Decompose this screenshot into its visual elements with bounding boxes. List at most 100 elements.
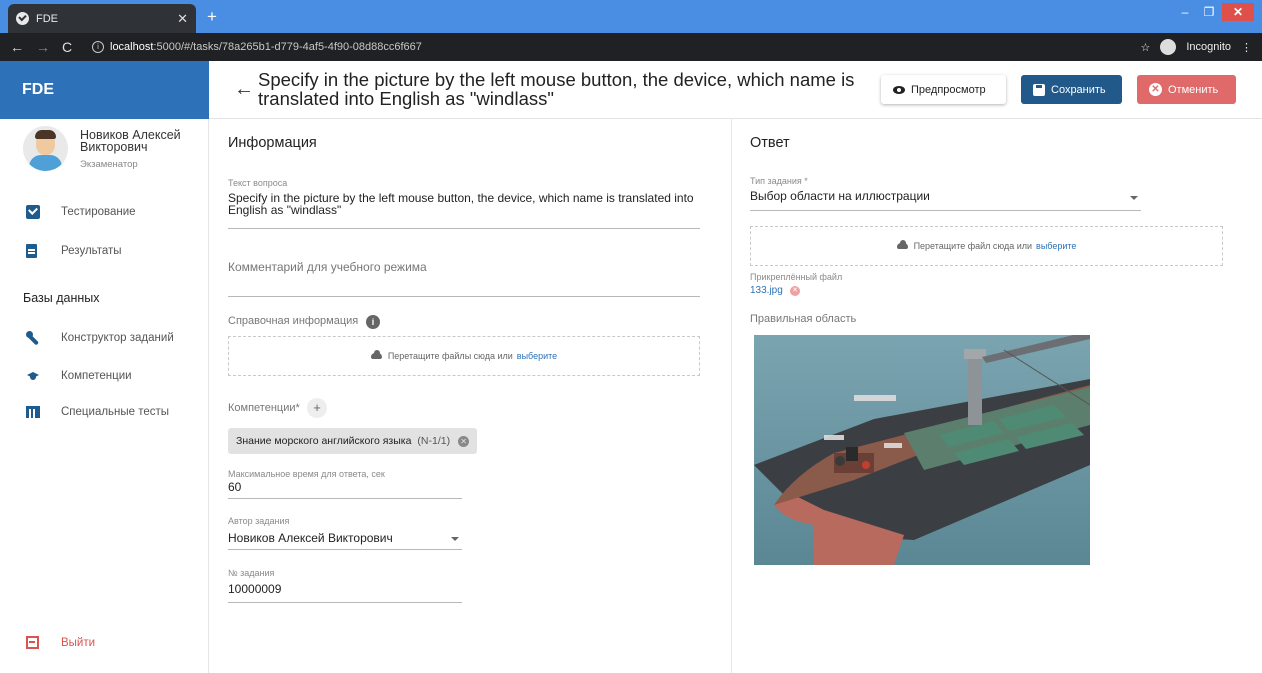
competence-label: Компетенции* bbox=[228, 402, 300, 414]
url-rest: :5000/#/tasks/78a265b1-d779-4af5-4f90-08… bbox=[153, 41, 422, 53]
comment-field[interactable]: Комментарий для учебного режима bbox=[228, 260, 427, 274]
task-type-select[interactable]: Выбор области на иллюстрации bbox=[750, 190, 930, 202]
sidebar-item-label: Результаты bbox=[61, 245, 122, 257]
chevron-down-icon[interactable] bbox=[451, 537, 459, 541]
tab-title: FDE bbox=[36, 12, 58, 25]
user-name: Новиков Алексей Викторович bbox=[80, 128, 181, 154]
dropzone-select-link[interactable]: выберите bbox=[1036, 241, 1076, 251]
chevron-down-icon[interactable] bbox=[1130, 196, 1138, 200]
sidebar-item-special-tests[interactable]: Специальные тесты bbox=[26, 406, 169, 418]
address-bar-right: ☆ Incognito ⋮ bbox=[1140, 39, 1262, 55]
app-header: FDE ← Specify in the picture by the left… bbox=[0, 61, 1262, 119]
wrench-icon bbox=[26, 331, 40, 345]
question-underline bbox=[228, 228, 700, 229]
save-label: Сохранить bbox=[1051, 83, 1106, 96]
preview-button[interactable]: Предпросмотр bbox=[881, 75, 1006, 104]
restore-icon[interactable]: ❐ bbox=[1198, 3, 1220, 21]
clipboard-icon bbox=[26, 244, 37, 258]
back-icon[interactable]: ← bbox=[10, 39, 24, 55]
task-type-underline bbox=[750, 210, 1141, 211]
user-role: Экзаменатор bbox=[80, 159, 138, 170]
browser-tab[interactable]: FDE ✕ bbox=[8, 4, 196, 33]
chip-label: Знание морского английского языка bbox=[236, 435, 412, 447]
question-text-field[interactable]: Specify in the picture by the left mouse… bbox=[228, 192, 698, 216]
task-number-field[interactable]: 10000009 bbox=[228, 583, 281, 595]
remove-file-icon[interactable]: ✕ bbox=[790, 286, 800, 296]
author-label: Автор задания bbox=[228, 516, 290, 526]
comment-underline bbox=[228, 296, 700, 297]
save-button[interactable]: Сохранить bbox=[1021, 75, 1122, 104]
attached-file-label: Прикреплённый файл bbox=[750, 272, 843, 282]
add-competence-button[interactable]: + bbox=[307, 398, 327, 418]
graduation-cap-icon bbox=[26, 369, 40, 383]
ship-image bbox=[754, 335, 1090, 565]
answer-dropzone[interactable]: Перетащите файл сюда или выберите bbox=[750, 226, 1223, 266]
eye-icon bbox=[893, 85, 905, 94]
cancel-icon: ✕ bbox=[1149, 83, 1162, 96]
table-icon bbox=[26, 406, 40, 418]
competence-chip[interactable]: Знание морского английского языка (N-1/1… bbox=[228, 428, 478, 454]
sidebar-item-testing[interactable]: Тестирование bbox=[26, 205, 136, 219]
forward-icon[interactable]: → bbox=[36, 39, 50, 55]
answer-title: Ответ bbox=[750, 135, 790, 151]
dropzone-text: Перетащите файлы сюда или bbox=[387, 351, 513, 361]
column-divider bbox=[731, 119, 732, 673]
menu-icon[interactable]: ⋮ bbox=[1241, 41, 1252, 54]
info-circle-icon[interactable]: i bbox=[366, 315, 380, 329]
incognito-icon bbox=[1160, 39, 1177, 55]
info-title: Информация bbox=[228, 135, 317, 151]
star-icon[interactable]: ☆ bbox=[1140, 41, 1150, 54]
window-controls: – ❐ ✕ bbox=[1174, 3, 1254, 21]
remove-chip-icon[interactable]: ✕ bbox=[458, 435, 470, 447]
cloud-upload-icon bbox=[370, 350, 382, 359]
reload-icon[interactable]: C bbox=[62, 39, 72, 55]
logout-label: Выйти bbox=[61, 636, 96, 649]
task-number-underline bbox=[228, 602, 462, 603]
preview-label: Предпросмотр bbox=[911, 83, 986, 96]
url-host: localhost bbox=[110, 41, 154, 53]
author-select[interactable]: Новиков Алексей Викторович bbox=[228, 532, 393, 544]
sidebar: Новиков Алексей Викторович Экзаменатор Т… bbox=[0, 119, 209, 673]
incognito-label: Incognito bbox=[1186, 41, 1231, 53]
max-time-underline bbox=[228, 498, 462, 499]
floppy-icon bbox=[1033, 83, 1045, 96]
reference-label: Справочная информация bbox=[228, 315, 359, 327]
author-underline bbox=[228, 549, 462, 550]
close-icon[interactable]: ✕ bbox=[177, 11, 188, 27]
sidebar-item-task-constructor[interactable]: Конструктор заданий bbox=[26, 331, 174, 345]
attached-file-link[interactable]: 133.jpg bbox=[750, 285, 783, 296]
logout-icon bbox=[26, 636, 39, 649]
sidebar-item-results[interactable]: Результаты bbox=[26, 244, 122, 258]
brand-logo[interactable]: FDE bbox=[0, 61, 209, 119]
new-tab-icon[interactable]: + bbox=[207, 7, 217, 27]
cloud-upload-icon bbox=[896, 240, 908, 249]
sidebar-item-label: Компетенции bbox=[61, 370, 132, 382]
sidebar-item-competences[interactable]: Компетенции bbox=[26, 369, 132, 383]
logout-button[interactable]: Выйти bbox=[26, 636, 95, 649]
address-bar: ← → C i localhost :5000/#/tasks/78a265b1… bbox=[0, 33, 1262, 61]
max-time-label: Максимальное время для ответа, сек bbox=[228, 469, 385, 479]
ship-illustration[interactable] bbox=[754, 335, 1090, 565]
check-circle-icon bbox=[16, 12, 29, 25]
window-close-icon[interactable]: ✕ bbox=[1222, 3, 1254, 21]
sidebar-item-label: Конструктор заданий bbox=[61, 332, 174, 344]
checkbox-icon bbox=[26, 205, 40, 219]
chip-code: (N-1/1) bbox=[417, 435, 451, 447]
page-title: Specify in the picture by the left mouse… bbox=[258, 69, 855, 109]
info-icon[interactable]: i bbox=[92, 41, 104, 53]
dropzone-text: Перетащите файл сюда или bbox=[913, 241, 1033, 251]
reference-dropzone[interactable]: Перетащите файлы сюда или выберите bbox=[228, 336, 700, 376]
task-number-label: № задания bbox=[228, 568, 275, 578]
avatar bbox=[23, 126, 68, 171]
back-arrow-icon[interactable]: ← bbox=[234, 78, 254, 101]
sidebar-item-label: Специальные тесты bbox=[61, 406, 170, 418]
cancel-label: Отменить bbox=[1168, 83, 1219, 96]
cancel-button[interactable]: ✕ Отменить bbox=[1137, 75, 1236, 104]
max-time-field[interactable]: 60 bbox=[228, 481, 241, 493]
question-label: Текст вопроса bbox=[228, 178, 288, 188]
minimize-icon[interactable]: – bbox=[1174, 3, 1196, 21]
sidebar-section-databases: Базы данных bbox=[23, 291, 100, 305]
correct-area-label: Правильная область bbox=[750, 313, 857, 325]
url-field[interactable]: i localhost :5000/#/tasks/78a265b1-d779-… bbox=[92, 41, 422, 53]
dropzone-select-link[interactable]: выберите bbox=[517, 351, 557, 361]
